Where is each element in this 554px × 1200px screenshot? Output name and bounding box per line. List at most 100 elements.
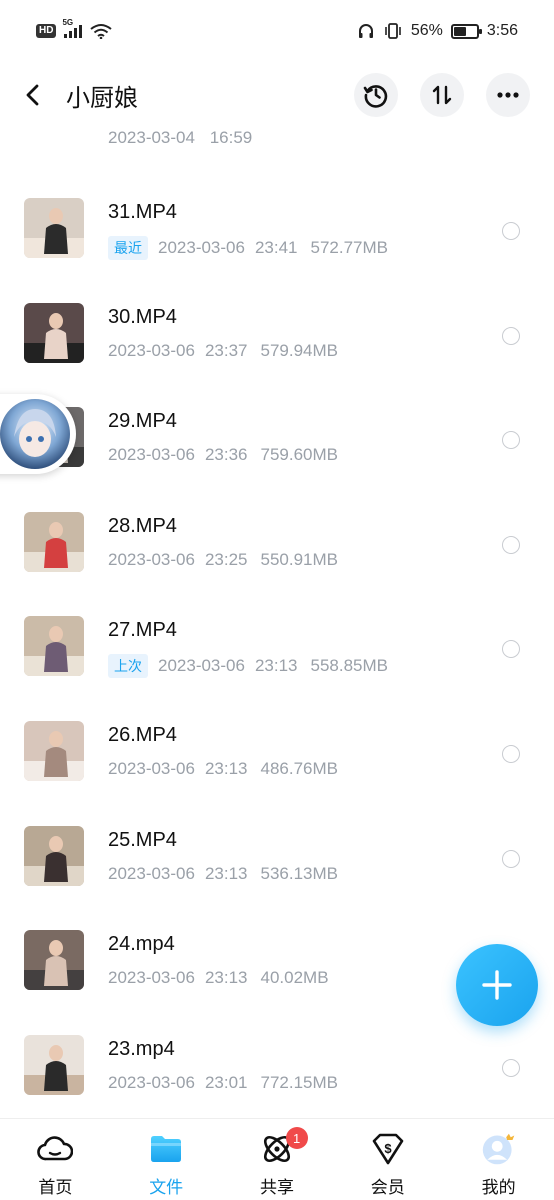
wifi-icon: [90, 24, 113, 39]
file-size: 558.85MB: [310, 656, 389, 676]
back-button[interactable]: [24, 75, 50, 115]
video-thumbnail: [24, 930, 84, 991]
file-time: 23:13: [204, 968, 248, 988]
file-time: 23:37: [204, 340, 248, 360]
file-date: 2023-03-06: [108, 968, 195, 988]
status-left: HD 5G: [36, 18, 113, 39]
file-size: 40.02MB: [260, 968, 329, 988]
battery-icon: [450, 23, 482, 39]
file-name: 26.MP4: [108, 724, 177, 746]
file-row[interactable]: 30.MP4 2023-03-06 23:37 579.94MB: [0, 261, 554, 365]
file-meta: 2023-03-06 23:36 759.60MB: [108, 445, 338, 465]
sort-button[interactable]: [420, 73, 464, 117]
headphones-icon: [358, 24, 373, 38]
file-size: 486.76MB: [260, 759, 339, 778]
video-thumbnail: [24, 302, 84, 363]
video-thumbnail: [24, 511, 84, 572]
status-right: 56% 3:56: [357, 22, 518, 40]
file-name: 30.MP4: [108, 305, 177, 328]
file-date: 2023-03-06: [108, 1072, 195, 1092]
file-row[interactable]: 29.MP4 2023-03-06 23:36 759.60MB: [0, 365, 554, 469]
svg-text:$: $: [384, 1141, 392, 1156]
cellular-signal-icon: 5G: [62, 18, 83, 38]
file-meta: 最近 2023-03-06 23:41 572.77MB: [108, 236, 388, 260]
network-type: 5G: [62, 18, 74, 27]
file-date: 2023-03-06: [158, 238, 245, 257]
nav-label-vip: 会员: [370, 1178, 405, 1197]
select-radio[interactable]: [502, 1058, 520, 1077]
nav-share[interactable]: 1 共享: [222, 1119, 333, 1200]
battery-percent: 56%: [410, 22, 443, 39]
nav-label-profile: 我的: [481, 1178, 516, 1197]
file-size: 772.15MB: [260, 1072, 339, 1092]
file-time: 23:36: [204, 445, 248, 465]
file-size: 550.91MB: [260, 549, 339, 569]
partial-file-meta: 2023-03-04 16:59: [108, 128, 252, 150]
select-radio[interactable]: [502, 745, 520, 763]
file-size: 572.77MB: [310, 238, 389, 257]
file-row[interactable]: 25.MP4 2023-03-06 23:13 536.13MB: [0, 784, 554, 888]
file-time: 16:59: [209, 128, 253, 147]
file-date: 2023-03-06: [108, 549, 195, 569]
select-radio[interactable]: [502, 849, 520, 868]
file-name: 31.MP4: [108, 201, 177, 223]
bottom-nav: 首页 文件 1 共享 $ 会员 我的: [0, 1118, 554, 1200]
file-date: 2023-03-06: [108, 759, 195, 778]
history-button[interactable]: [354, 73, 398, 117]
file-name: 27.MP4: [108, 619, 177, 642]
vibrate-icon: [385, 23, 401, 39]
file-time: 23:41: [254, 238, 298, 257]
cloud-icon: [37, 1136, 74, 1161]
select-radio[interactable]: [502, 222, 520, 240]
video-thumbnail: [24, 825, 84, 886]
add-button[interactable]: [456, 944, 538, 1026]
folder-icon: [151, 1136, 182, 1162]
nav-label-share: 共享: [259, 1178, 294, 1197]
video-thumbnail: [24, 1034, 84, 1095]
file-name: 28.MP4: [108, 514, 177, 537]
nav-profile[interactable]: 我的: [443, 1119, 554, 1200]
file-row[interactable]: 28.MP4 2023-03-06 23:25 550.91MB: [0, 470, 554, 574]
select-radio[interactable]: [502, 640, 520, 659]
assistant-avatar-image: [0, 399, 70, 469]
select-radio[interactable]: [502, 326, 520, 345]
header-bar: 小厨娘: [0, 62, 554, 128]
file-row[interactable]: 27.MP4 上次 2023-03-06 23:13 558.85MB: [0, 574, 554, 679]
clock: 3:56: [486, 22, 518, 39]
nav-files[interactable]: 文件: [111, 1119, 222, 1200]
file-date: 2023-03-04: [108, 128, 195, 147]
file-time: 23:25: [204, 549, 248, 569]
file-size: 759.60MB: [260, 445, 339, 465]
file-row[interactable]: 26.MP4 2023-03-06 23:13 486.76MB: [0, 679, 554, 783]
file-meta: 2023-03-06 23:13 536.13MB: [108, 864, 338, 884]
page-title: 小厨娘: [66, 84, 138, 112]
file-date: 2023-03-06: [108, 445, 195, 465]
more-icon: [497, 92, 519, 98]
nav-label-home: 首页: [38, 1178, 73, 1197]
file-date: 2023-03-06: [108, 340, 195, 360]
video-thumbnail: [24, 721, 84, 781]
sort-icon: [432, 85, 452, 105]
file-size: 579.94MB: [260, 340, 339, 360]
video-thumbnail: [24, 616, 84, 677]
nav-vip[interactable]: $ 会员: [332, 1119, 443, 1200]
file-meta: 2023-03-06 23:25 550.91MB: [108, 550, 338, 570]
file-time: 23:13: [254, 656, 298, 676]
file-meta: 2023-03-06 23:13 486.76MB: [108, 759, 338, 779]
file-tag: 最近: [108, 236, 148, 260]
select-radio[interactable]: [502, 431, 520, 450]
more-button[interactable]: [486, 73, 530, 117]
file-tag: 上次: [108, 654, 148, 679]
file-time: 23:01: [204, 1072, 248, 1092]
file-row[interactable]: 31.MP4 最近 2023-03-06 23:41 572.77MB: [0, 156, 554, 260]
history-icon: [363, 85, 388, 108]
file-meta: 上次 2023-03-06 23:13 558.85MB: [108, 654, 389, 679]
hd-badge: HD: [36, 24, 57, 38]
file-name: 24.mp4: [108, 933, 175, 956]
file-name: 23.mp4: [108, 1037, 175, 1060]
file-time: 23:13: [204, 863, 248, 883]
select-radio[interactable]: [502, 535, 520, 554]
file-time: 23:13: [204, 759, 248, 778]
nav-home[interactable]: 首页: [0, 1119, 111, 1200]
share-notification-badge: 1: [285, 1127, 308, 1149]
